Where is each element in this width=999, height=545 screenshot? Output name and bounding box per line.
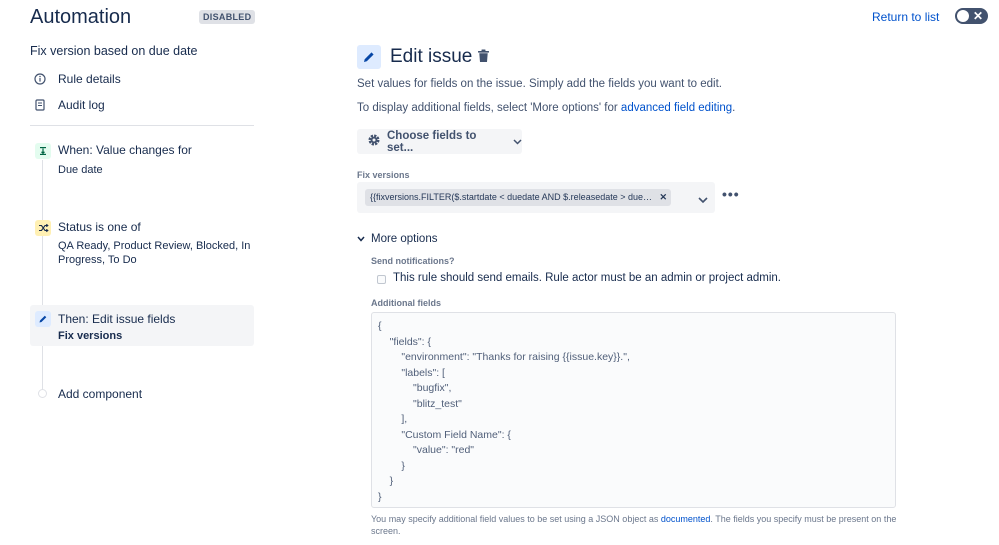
fix-versions-label: Fix versions [357, 170, 410, 180]
step-subtitle: QA Ready, Product Review, Blocked, In Pr… [58, 240, 251, 266]
panel-description: Set values for fields on the issue. Simp… [357, 78, 723, 90]
advanced-field-editing-link[interactable]: advanced field editing [621, 102, 732, 114]
rule-step-condition[interactable]: Status is one of QA Ready, Product Revie… [30, 220, 254, 270]
pencil-icon [35, 311, 51, 327]
sidebar-item-rule-details[interactable]: Rule details [34, 72, 121, 86]
sidebar-divider [30, 125, 254, 126]
more-options-toggle[interactable]: More options [357, 233, 437, 245]
chevron-down-icon[interactable] [698, 191, 708, 209]
trash-icon[interactable] [477, 49, 490, 68]
choose-fields-button[interactable]: Choose fields to set... [357, 129, 522, 154]
json-line: } [378, 475, 394, 487]
json-line: "value": "red" [378, 444, 475, 456]
rule-timeline-line [42, 160, 43, 394]
add-component-link[interactable]: Add component [58, 387, 142, 401]
desc-text: . [732, 102, 736, 114]
json-line: ], [378, 413, 408, 425]
json-line: "bugfix", [378, 382, 452, 394]
more-actions-icon[interactable]: ••• [722, 186, 740, 202]
json-line: } [378, 490, 382, 503]
json-line: "environment": "Thanks for raising {{iss… [378, 351, 630, 363]
panel-title: Edit issue [390, 46, 473, 67]
choose-fields-label: Choose fields to set... [387, 129, 477, 154]
documented-link[interactable]: documented [661, 514, 711, 524]
desc-text: To display additional fields, select 'Mo… [357, 102, 621, 114]
rule-name: Fix version based on due date [30, 44, 198, 58]
remove-tag-icon[interactable]: ✕ [659, 189, 667, 206]
status-badge: DISABLED [199, 10, 256, 24]
chevron-down-icon [513, 136, 522, 148]
trigger-icon [35, 143, 51, 159]
gear-icon [367, 133, 381, 150]
page-title: Automation [30, 6, 132, 28]
step-title: Status is one of [58, 220, 141, 234]
panel-description-advanced: To display additional fields, select 'Mo… [357, 102, 735, 114]
more-options-label: More options [371, 233, 438, 245]
toggle-knob [957, 10, 969, 22]
send-notifications-text: This rule should send emails. Rule actor… [393, 272, 781, 284]
json-line: "blitz_test" [378, 397, 462, 410]
json-line: "fields": { [378, 335, 431, 348]
send-notifications-checkbox[interactable] [377, 275, 386, 284]
step-subtitle: Fix versions [58, 330, 123, 342]
additional-fields-label: Additional fields [371, 298, 442, 308]
additional-fields-help: You may specify additional field values … [371, 513, 899, 537]
add-component-dot [38, 389, 47, 398]
pencil-icon [357, 45, 381, 69]
json-line: } [378, 459, 405, 472]
send-notifications-label: Send notifications? [371, 256, 455, 266]
rule-enable-toggle[interactable]: ✕ [955, 8, 988, 24]
document-icon [34, 99, 46, 111]
close-icon: ✕ [972, 9, 983, 23]
json-line: "labels": [ [378, 366, 445, 379]
sidebar-item-audit-log[interactable]: Audit log [34, 98, 105, 112]
sidebar-item-label: Audit log [58, 98, 105, 112]
step-title: When: Value changes for [58, 143, 192, 157]
fix-versions-select[interactable]: {{fixversions.FILTER($.startdate < dueda… [357, 182, 715, 213]
json-line: { [378, 320, 382, 332]
rule-step-action[interactable]: Then: Edit issue fields Fix versions [30, 305, 254, 346]
json-line: "Custom Field Name": { [378, 428, 511, 441]
sidebar-item-label: Rule details [58, 72, 121, 86]
return-to-list-link[interactable]: Return to list [872, 10, 939, 24]
info-icon [34, 73, 46, 85]
chevron-down-icon [357, 233, 365, 245]
shuffle-icon [35, 220, 51, 236]
step-subtitle: Due date [58, 164, 103, 176]
rule-step-trigger[interactable]: When: Value changes for Due date [30, 143, 254, 179]
step-title: Then: Edit issue fields [58, 312, 176, 326]
additional-fields-textarea[interactable]: { "fields": { "environment": "Thanks for… [371, 312, 896, 508]
help-text: You may specify additional field values … [371, 514, 661, 524]
tag-text: {{fixversions.FILTER($.startdate < dueda… [370, 192, 654, 202]
fix-version-tag: {{fixversions.FILTER($.startdate < dueda… [365, 189, 671, 206]
